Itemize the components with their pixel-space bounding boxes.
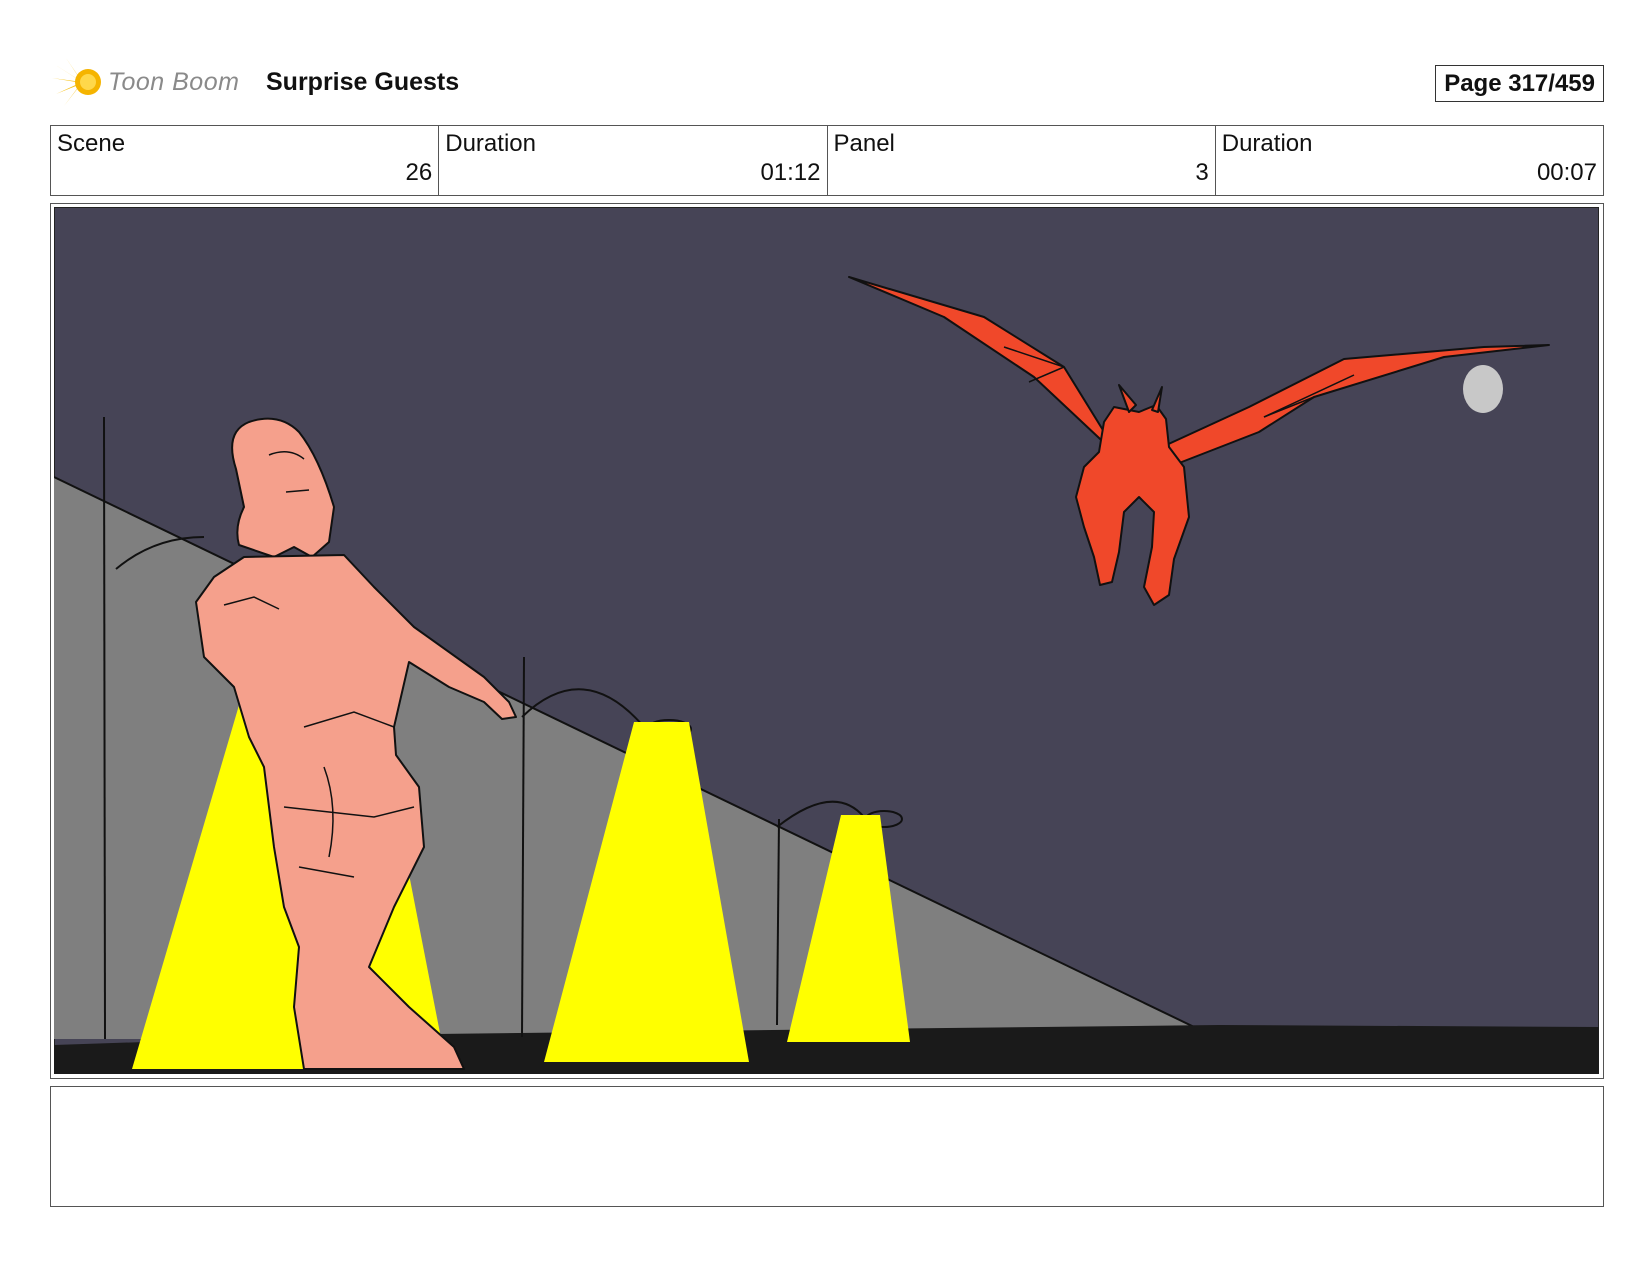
scene-value: 26 xyxy=(405,159,433,186)
toon-boom-starburst-icon xyxy=(52,58,101,106)
storyboard-panel xyxy=(50,203,1604,1079)
project-title: Surprise Guests xyxy=(266,68,460,96)
panel-label: Panel xyxy=(833,130,895,157)
panel-cell: Panel 3 xyxy=(828,126,1216,195)
scene-duration-value: 01:12 xyxy=(760,159,821,186)
page-indicator: Page 317/459 xyxy=(1435,65,1604,102)
page-header: Toon Boom Surprise Guests Page 317/459 xyxy=(52,56,1604,108)
panel-duration-label: Duration xyxy=(1221,130,1313,157)
panel-notes-box xyxy=(50,1086,1604,1207)
scene-duration-cell: Duration 01:12 xyxy=(439,126,828,195)
panel-value: 3 xyxy=(1195,159,1209,186)
logo-text: Toon Boom xyxy=(108,68,240,96)
toon-boom-logo: Toon Boom xyxy=(52,56,252,108)
scene-cell: Scene 26 xyxy=(51,126,440,195)
panel-duration-cell: Duration 00:07 xyxy=(1216,126,1603,195)
panel-artwork xyxy=(54,207,1599,1074)
scene-info-table: Scene 26 Duration 01:12 Panel 3 Duration… xyxy=(50,125,1604,196)
panel-duration-value: 00:07 xyxy=(1536,159,1597,186)
moon xyxy=(1463,365,1503,413)
scene-duration-label: Duration xyxy=(445,130,536,157)
scene-label: Scene xyxy=(57,130,126,157)
